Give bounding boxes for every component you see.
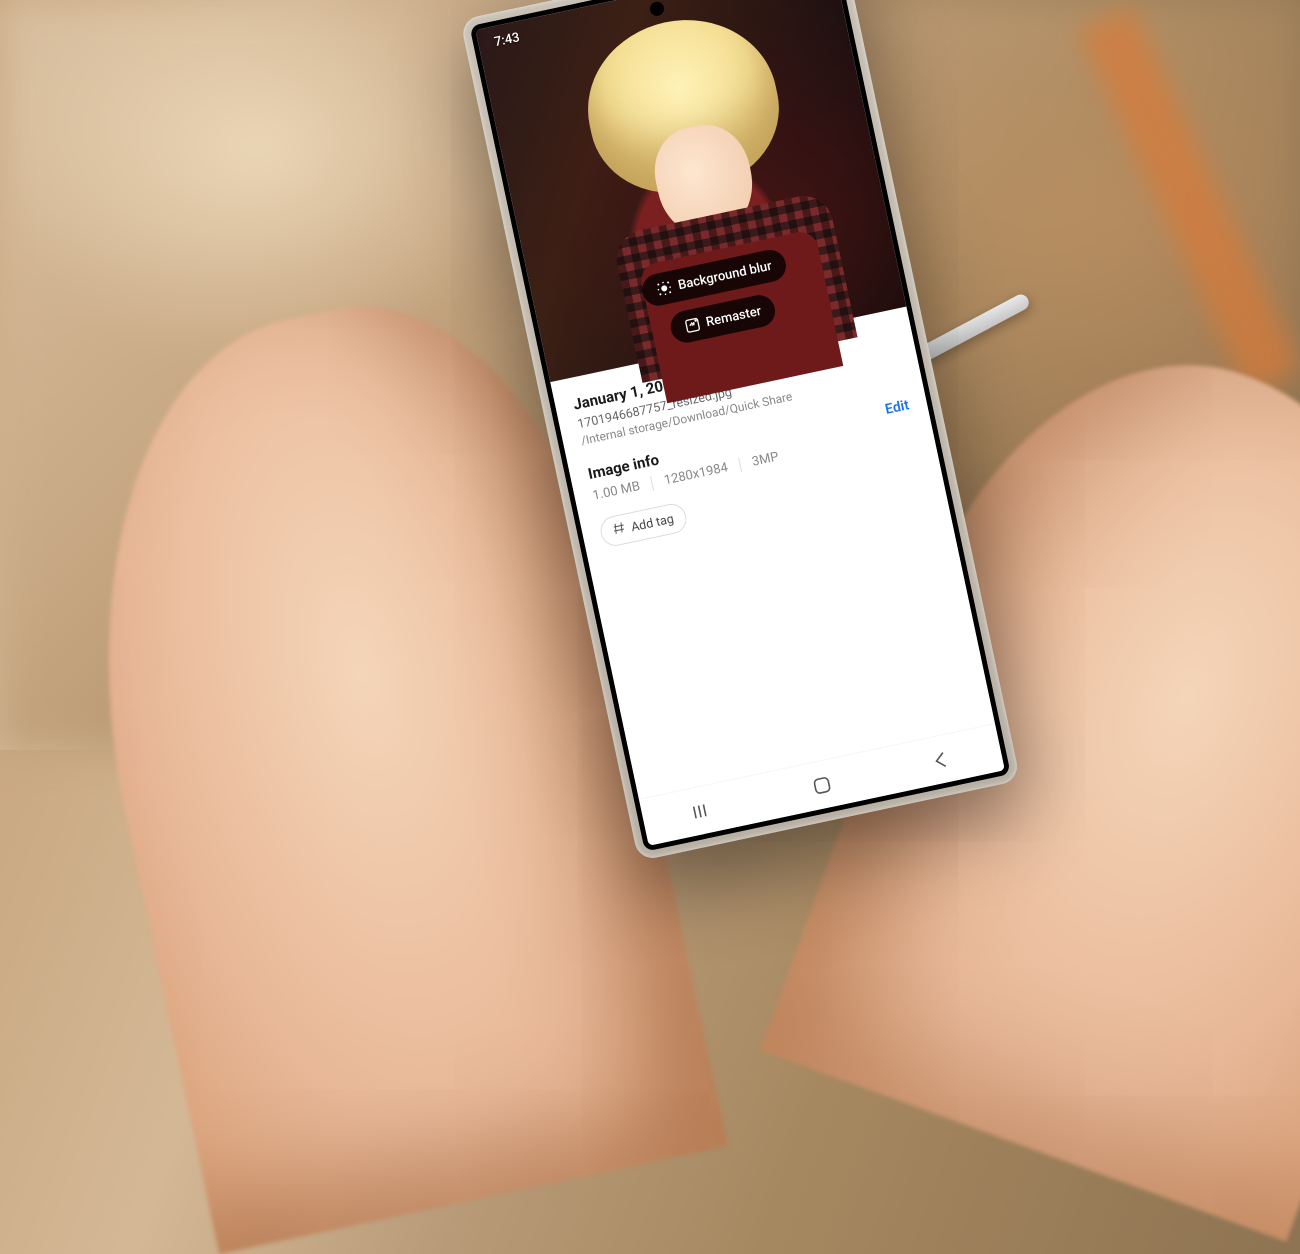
status-time: 7:43 [493,30,521,50]
blur-icon [655,279,674,298]
add-tag-button[interactable]: Add tag [598,501,690,548]
image-size: 1.00 MB [591,479,641,504]
image-megapixels: 3MP [751,449,780,469]
info-separator-2 [736,457,744,473]
remaster-label: Remaster [705,303,763,329]
scene-photo-hands: 7:43 71% [0,0,1300,750]
nav-back-button[interactable] [925,744,956,775]
nav-home-button[interactable] [807,770,838,801]
nav-recents-button[interactable] [688,795,719,826]
edit-button[interactable]: Edit [884,397,911,418]
hash-icon [612,521,627,539]
info-separator-1 [648,476,656,492]
remaster-icon [683,316,702,335]
add-tag-label: Add tag [630,511,675,535]
photo-preview[interactable]: Background blur Remaster [475,0,906,382]
